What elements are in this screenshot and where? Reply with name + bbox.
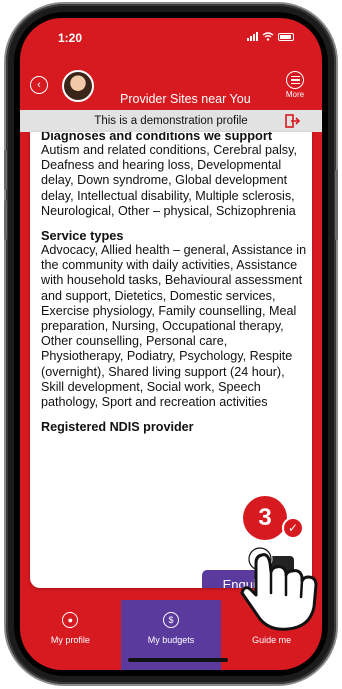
status-bar: 1:20: [20, 18, 322, 48]
diagnoses-text: Autism and related conditions, Cerebral …: [41, 143, 297, 218]
dollar-icon: $: [163, 612, 179, 628]
wifi-icon: [262, 32, 274, 41]
nav-label: Guide me: [252, 635, 292, 645]
service-types-heading: Service types: [41, 228, 124, 244]
step-check-icon: ✓: [282, 517, 304, 539]
more-menu-button[interactable]: More: [280, 71, 310, 99]
demo-profile-banner: This is a demonstration profile: [20, 110, 322, 132]
nav-label: My profile: [50, 635, 90, 645]
menu-icon: [286, 71, 304, 89]
signal-icon: [247, 32, 258, 41]
registered-ndis-label: Registered NDIS provider: [41, 420, 194, 435]
nav-label: My budgets: [147, 635, 195, 645]
volume-up-button: [4, 150, 7, 190]
page-title: Provider Sites near You: [120, 92, 251, 106]
app-header: ‹ Provider Sites near You More: [20, 48, 322, 110]
back-button[interactable]: ‹: [30, 76, 48, 94]
status-icons: [247, 32, 294, 41]
step-number-badge: 3: [243, 496, 287, 540]
diagnoses-heading: Diagnoses and conditions we support: [41, 132, 273, 143]
status-time: 1:20: [58, 31, 83, 45]
more-label: More: [285, 90, 305, 99]
avatar[interactable]: [62, 70, 94, 102]
person-icon: ●: [62, 612, 79, 628]
home-indicator: [128, 658, 228, 662]
battery-icon: [278, 32, 294, 41]
provider-details: Diagnoses and conditions we support Auti…: [41, 132, 307, 435]
volume-down-button: [4, 200, 7, 240]
nav-my-profile[interactable]: ● My profile: [20, 600, 121, 670]
demo-banner-text: This is a demonstration profile: [94, 115, 248, 127]
logout-icon[interactable]: [284, 113, 300, 129]
pointing-hand-icon: [240, 546, 318, 631]
service-types-text: Advocacy, Allied health – general, Assis…: [41, 243, 307, 410]
power-button: [335, 170, 338, 240]
